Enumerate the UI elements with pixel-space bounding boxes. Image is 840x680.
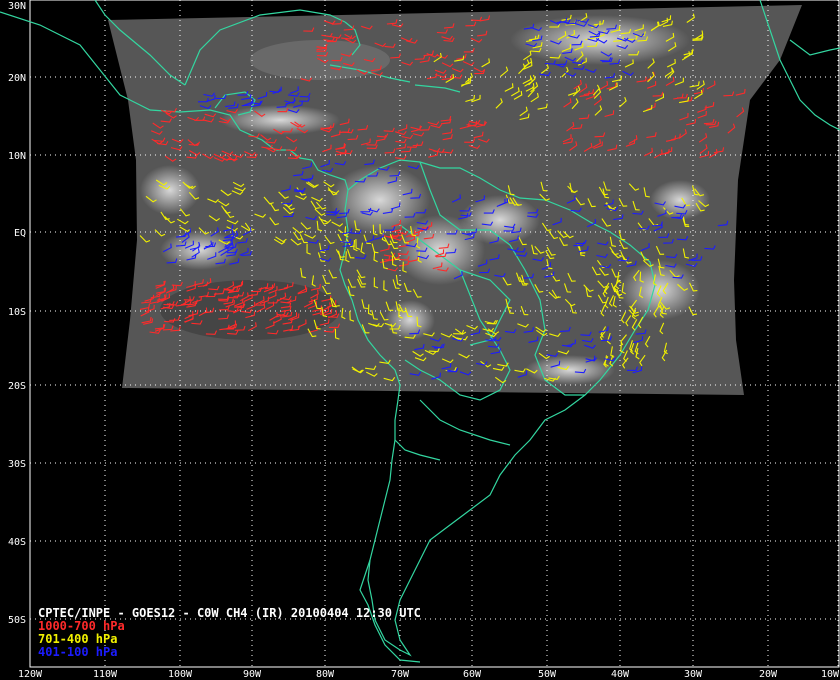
longitude-label: 80W xyxy=(316,669,335,680)
longitude-label: 30W xyxy=(684,669,703,680)
longitude-label: 100W xyxy=(168,669,193,680)
latitude-label: 10S xyxy=(8,307,26,318)
legend-low-level: 1000-700 hPa xyxy=(38,619,125,633)
latitude-label: 10N xyxy=(8,151,26,162)
longitude-label: 50W xyxy=(538,669,557,680)
longitude-label: 10W xyxy=(821,669,840,680)
latitude-label: 40S xyxy=(8,537,26,548)
latitude-label: 30N xyxy=(8,1,26,12)
longitude-label: 120W xyxy=(18,669,43,680)
legend-mid-level: 701-400 hPa xyxy=(38,632,117,646)
latitude-label: EQ xyxy=(14,228,26,239)
latitude-label: 20N xyxy=(8,73,26,84)
latitude-label: 20S xyxy=(8,381,26,392)
longitude-label: 20W xyxy=(759,669,778,680)
longitude-label: 90W xyxy=(243,669,262,680)
satellite-wind-map: 30N 20N 10N EQ 10S 20S 30S 40S 50S 120W 110W 100W 9… xyxy=(0,0,840,680)
legend-high-level: 401-100 hPa xyxy=(38,645,117,659)
latitude-label: 50S xyxy=(8,615,26,626)
latitude-label: 30S xyxy=(8,459,26,470)
longitude-label: 40W xyxy=(611,669,630,680)
map-title: CPTEC/INPE - GOES12 - C0W CH4 (IR) 20100… xyxy=(38,606,421,620)
longitude-label: 70W xyxy=(391,669,410,680)
longitude-label: 110W xyxy=(93,669,118,680)
longitude-label: 60W xyxy=(463,669,482,680)
satellite-imagery-swath xyxy=(108,5,802,395)
